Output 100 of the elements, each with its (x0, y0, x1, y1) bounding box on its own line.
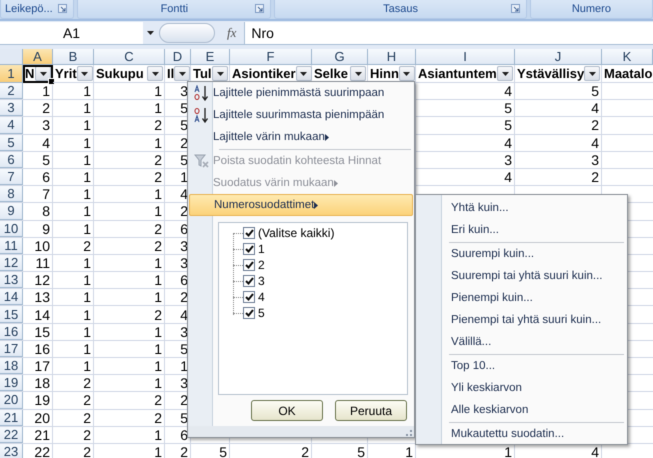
filter-button[interactable] (398, 66, 415, 81)
row-header[interactable]: 13 (0, 272, 23, 288)
filter-button[interactable] (584, 66, 600, 81)
row-header[interactable]: 19 (0, 375, 23, 392)
table-cell: 3 (180, 238, 188, 254)
table-cell: 1 (154, 186, 162, 202)
row-header[interactable]: 14 (0, 289, 23, 306)
row-header[interactable]: 6 (0, 152, 23, 168)
table-cell: 1 (154, 100, 162, 116)
table-cell: 1 (83, 186, 91, 202)
table-cell: 14 (34, 306, 50, 323)
table-cell: 13 (34, 289, 50, 306)
menu-item[interactable]: Pienempi kuin... (417, 287, 626, 309)
table-cell: 1 (154, 358, 162, 374)
row-header[interactable]: 3 (0, 100, 23, 116)
menu-item[interactable]: Pienempi tai yhtä suuri kuin... (417, 309, 626, 331)
menu-item[interactable]: Top 10... (417, 355, 626, 377)
column-header[interactable]: K (602, 49, 653, 65)
column-header[interactable]: A (23, 49, 53, 65)
dialog-launcher-icon[interactable] (58, 4, 68, 13)
row-header[interactable]: 22 (0, 426, 23, 443)
filter-button[interactable] (212, 66, 228, 81)
fill-handle[interactable] (48, 78, 55, 85)
row-header[interactable]: 11 (0, 238, 23, 254)
row-header[interactable]: 5 (0, 134, 23, 151)
row-header[interactable]: 17 (0, 340, 23, 357)
table-cell: 3 (180, 254, 188, 271)
row-header[interactable]: 21 (0, 410, 23, 426)
row-header[interactable]: 15 (0, 306, 23, 323)
row-header[interactable]: 23 (0, 444, 23, 458)
menu-item[interactable]: Lajittele suurimmasta pienimpään (189, 104, 413, 126)
header-cell: Il (167, 66, 174, 81)
row-header[interactable]: 20 (0, 392, 23, 409)
column-header[interactable]: J (515, 49, 602, 65)
row-header[interactable]: 16 (0, 324, 23, 340)
column-header[interactable]: F (230, 49, 312, 65)
checkbox[interactable] (243, 307, 255, 319)
column-header[interactable]: E (191, 49, 230, 65)
checkbox[interactable] (243, 259, 255, 271)
filter-button[interactable] (35, 66, 51, 81)
resize-grip-icon[interactable] (406, 430, 412, 436)
column-header[interactable]: H (368, 49, 416, 65)
menu-item[interactable]: Lajittele pienimmästä suurimpaan (189, 82, 413, 104)
row-header[interactable]: 8 (0, 186, 23, 202)
checkbox[interactable] (243, 227, 255, 239)
checkbox[interactable] (243, 291, 255, 303)
formula-field[interactable]: Nro (244, 22, 653, 44)
table-cell: 2 (154, 392, 162, 408)
menu-item[interactable]: Eri kuin... (417, 219, 626, 241)
row-header[interactable]: 4 (0, 117, 23, 134)
table-cell: 1 (180, 358, 188, 374)
checkbox[interactable] (243, 243, 255, 255)
checkbox[interactable] (243, 275, 255, 287)
column-header[interactable]: C (94, 49, 165, 65)
header-cell-text: Sukupu (96, 66, 145, 81)
menu-item[interactable]: Välillä... (417, 331, 626, 353)
table-cell: 1 (83, 83, 91, 100)
row-header[interactable]: 10 (0, 220, 23, 237)
caret-icon (354, 72, 362, 76)
ok-button[interactable]: OK (251, 400, 323, 421)
row-header[interactable]: 7 (0, 168, 23, 186)
insert-function-button[interactable]: fx (227, 24, 236, 40)
filter-button[interactable] (76, 66, 93, 81)
filter-button[interactable] (497, 66, 513, 81)
menu-item[interactable]: Suurempi tai yhtä suuri kuin... (417, 265, 626, 287)
filter-button[interactable] (350, 66, 366, 81)
caret-icon (300, 72, 308, 76)
menu-item[interactable]: Yhtä kuin... (417, 197, 626, 219)
table-cell: 5 (504, 100, 512, 116)
menu-item[interactable]: Lajittele värin mukaan (189, 126, 413, 148)
menu-item[interactable]: Alle keskiarvon (417, 399, 626, 421)
caret-icon (178, 72, 186, 76)
column-header[interactable]: I (416, 49, 515, 65)
cancel-button[interactable]: Peruuta (335, 400, 407, 421)
checkbox-label: 2 (258, 258, 265, 272)
filter-button[interactable] (174, 66, 190, 81)
dialog-launcher-icon[interactable] (510, 4, 520, 13)
row-header[interactable]: 9 (0, 203, 23, 220)
column-header[interactable]: B (53, 49, 94, 65)
header-cell: Asiontiker (232, 66, 296, 81)
table-cell: 1 (83, 134, 91, 151)
caret-icon (81, 72, 88, 76)
dialog-launcher-icon[interactable] (255, 4, 264, 13)
filter-button[interactable] (147, 66, 163, 81)
name-box[interactable]: A1 (0, 22, 143, 44)
menu-item[interactable]: Yli keskiarvon (417, 377, 626, 399)
row-header[interactable]: 18 (0, 358, 23, 374)
group-label: Numero (572, 3, 611, 15)
group-label: Leikepö... (5, 3, 53, 15)
menu-item[interactable]: Suurempi kuin... (417, 243, 626, 265)
table-cell: 1 (83, 203, 91, 220)
header-cell: Maatalo (604, 66, 652, 81)
column-header[interactable]: D (165, 49, 191, 65)
column-header[interactable]: G (312, 49, 368, 65)
row-header[interactable]: 2 (0, 83, 23, 100)
row-header[interactable]: 12 (0, 254, 23, 272)
menu-item[interactable]: Mukautettu suodatin... (417, 423, 626, 445)
row-header[interactable]: 1 (0, 65, 23, 83)
filter-button[interactable] (296, 66, 312, 81)
table-cell: 3 (42, 117, 50, 134)
